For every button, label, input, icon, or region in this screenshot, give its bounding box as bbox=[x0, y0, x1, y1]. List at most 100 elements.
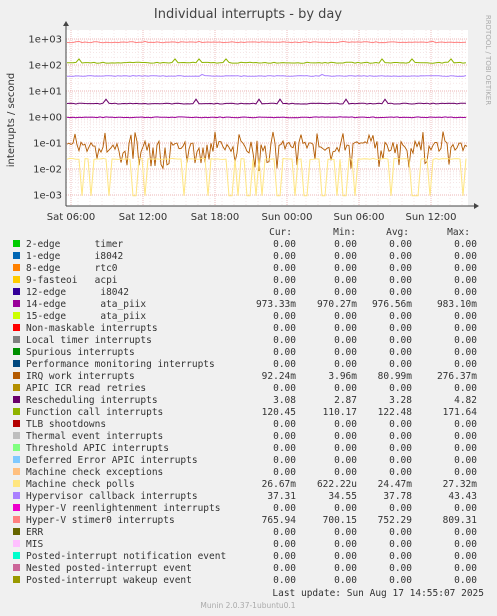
legend-max: 0.00 bbox=[454, 527, 477, 538]
header-max: Max: bbox=[447, 227, 470, 238]
legend-label: Local timer interrupts bbox=[26, 335, 152, 346]
legend-max: 0.00 bbox=[454, 503, 477, 514]
legend-min: 0.00 bbox=[334, 467, 357, 478]
series-line bbox=[66, 116, 467, 119]
legend-avg: 0.00 bbox=[389, 263, 412, 274]
x-axis-arrow bbox=[474, 203, 479, 209]
legend-max: 4.82 bbox=[454, 395, 477, 406]
legend-max: 983.10m bbox=[437, 299, 477, 310]
legend-label: 2-edge timer bbox=[26, 239, 124, 250]
legend-label: 12-edge i8042 bbox=[26, 287, 129, 298]
legend-avg: 0.00 bbox=[389, 287, 412, 298]
legend-cur: 0.00 bbox=[273, 527, 296, 538]
legend-row: TLB shootdowns 0.00 0.00 0.00 0.00 bbox=[13, 419, 477, 430]
legend-cur: 0.00 bbox=[273, 239, 296, 250]
x-tick-label: Sun 00:00 bbox=[261, 212, 312, 223]
legend-swatch bbox=[13, 456, 20, 463]
side-label: RRDTOOL / TOBI OETIKER bbox=[484, 15, 492, 105]
legend-row: Deferred Error APIC interrupts 0.00 0.00 0.… bbox=[13, 455, 477, 466]
legend-min: 110.17 bbox=[323, 407, 357, 418]
legend-swatch bbox=[13, 288, 20, 295]
legend-cur: 0.00 bbox=[273, 347, 296, 358]
legend-row: 1-edge i8042 0.00 0.00 0.00 0.00 bbox=[13, 251, 477, 262]
legend-max: 0.00 bbox=[454, 383, 477, 394]
legend-max: 0.00 bbox=[454, 323, 477, 334]
legend-avg: 24.47m bbox=[378, 479, 413, 490]
legend-max: 0.00 bbox=[454, 443, 477, 454]
legend-label: 15-edge ata_piix bbox=[26, 311, 146, 322]
legend-swatch bbox=[13, 480, 20, 487]
legend-swatch bbox=[13, 300, 20, 307]
legend-label: Hypervisor callback interrupts bbox=[26, 491, 198, 502]
legend-max: 27.32m bbox=[443, 479, 478, 490]
legend-min: 0.00 bbox=[334, 575, 357, 586]
legend-label: Posted-interrupt notification event bbox=[26, 551, 226, 562]
legend-row: Machine check exceptions 0.00 0.00 0.00 0.00 bbox=[13, 467, 477, 478]
legend-min: 0.00 bbox=[334, 335, 357, 346]
legend-cur: 0.00 bbox=[273, 443, 296, 454]
legend-min: 0.00 bbox=[334, 563, 357, 574]
legend-max: 0.00 bbox=[454, 419, 477, 430]
legend-min: 0.00 bbox=[334, 539, 357, 550]
legend-row: 15-edge ata_piix 0.00 0.00 0.00 0.00 bbox=[13, 311, 477, 322]
legend-cur: 0.00 bbox=[273, 575, 296, 586]
legend-label: Hyper-V reenlightenment interrupts bbox=[26, 503, 220, 514]
legend-swatch bbox=[13, 528, 20, 535]
legend-max: 0.00 bbox=[454, 335, 477, 346]
legend-max: 809.31 bbox=[443, 515, 478, 526]
legend-row: Threshold APIC interrupts 0.00 0.00 0.00 0.0… bbox=[13, 443, 477, 454]
legend-min: 2.87 bbox=[334, 395, 357, 406]
legend-avg: 0.00 bbox=[389, 503, 412, 514]
legend-label: Posted-interrupt wakeup event bbox=[26, 575, 192, 586]
legend-cur: 0.00 bbox=[273, 539, 296, 550]
legend-cur: 0.00 bbox=[273, 383, 296, 394]
legend-max: 0.00 bbox=[454, 251, 477, 262]
legend-label: 8-edge rtc0 bbox=[26, 263, 118, 274]
legend-label: 1-edge i8042 bbox=[26, 251, 123, 262]
y-tick-label: 1e+03 bbox=[28, 35, 62, 46]
header-cur: Cur: bbox=[269, 227, 292, 238]
legend-row: ERR 0.00 0.00 0.00 0.00 bbox=[13, 527, 477, 538]
legend-min: 0.00 bbox=[334, 503, 357, 514]
y-tick-label: 1e-03 bbox=[33, 191, 62, 202]
legend-swatch bbox=[13, 348, 20, 355]
legend-label: Deferred Error APIC interrupts bbox=[26, 455, 198, 466]
legend-avg: 122.48 bbox=[378, 407, 413, 418]
y-tick-label: 1e+01 bbox=[28, 87, 62, 98]
legend-cur: 973.33m bbox=[256, 299, 296, 310]
legend-swatch bbox=[13, 576, 20, 583]
legend-label: Nested posted-interrupt event bbox=[26, 563, 192, 574]
legend-avg: 0.00 bbox=[389, 563, 412, 574]
legend-row: Thermal event interrupts 0.00 0.00 0.00 0.00 bbox=[13, 431, 477, 442]
legend-swatch bbox=[13, 384, 20, 391]
legend-row: Nested posted-interrupt event 0.00 0.00 0.0… bbox=[13, 563, 477, 574]
legend-min: 34.55 bbox=[328, 491, 357, 502]
legend-row: 2-edge timer 0.00 0.00 0.00 0.00 bbox=[13, 239, 477, 250]
legend-row: 9-fasteoi acpi 0.00 0.00 0.00 0.00 bbox=[13, 275, 477, 286]
x-tick-label: Sat 06:00 bbox=[47, 212, 95, 223]
legend-avg: 752.29 bbox=[378, 515, 413, 526]
y-tick-label: 1e-01 bbox=[33, 139, 62, 150]
legend-min: 0.00 bbox=[334, 251, 357, 262]
legend-min: 970.27m bbox=[317, 299, 357, 310]
legend-row: Posted-interrupt wakeup event 0.00 0.00 0.0… bbox=[13, 575, 477, 586]
header-min: Min: bbox=[333, 227, 356, 238]
legend-avg: 0.00 bbox=[389, 575, 412, 586]
legend-row: Non-maskable interrupts 0.00 0.00 0.00 0.00 bbox=[13, 323, 477, 334]
legend-swatch bbox=[13, 468, 20, 475]
legend-avg: 37.78 bbox=[383, 491, 412, 502]
legend-max: 0.00 bbox=[454, 287, 477, 298]
legend-avg: 0.00 bbox=[389, 467, 412, 478]
legend-min: 0.00 bbox=[334, 455, 357, 466]
legend-swatch bbox=[13, 360, 20, 367]
legend-max: 0.00 bbox=[454, 563, 477, 574]
legend-cur: 0.00 bbox=[273, 551, 296, 562]
legend-cur: 0.00 bbox=[273, 431, 296, 442]
legend-max: 0.00 bbox=[454, 347, 477, 358]
legend-cur: 0.00 bbox=[273, 251, 296, 262]
chart: Individual interrupts - by day RRDTOOL /… bbox=[6, 7, 492, 610]
legend-row: Function call interrupts 120.45 110.17 122.… bbox=[13, 407, 477, 418]
legend-avg: 3.28 bbox=[389, 395, 412, 406]
legend-swatch bbox=[13, 492, 20, 499]
legend-label: TLB shootdowns bbox=[26, 419, 106, 430]
